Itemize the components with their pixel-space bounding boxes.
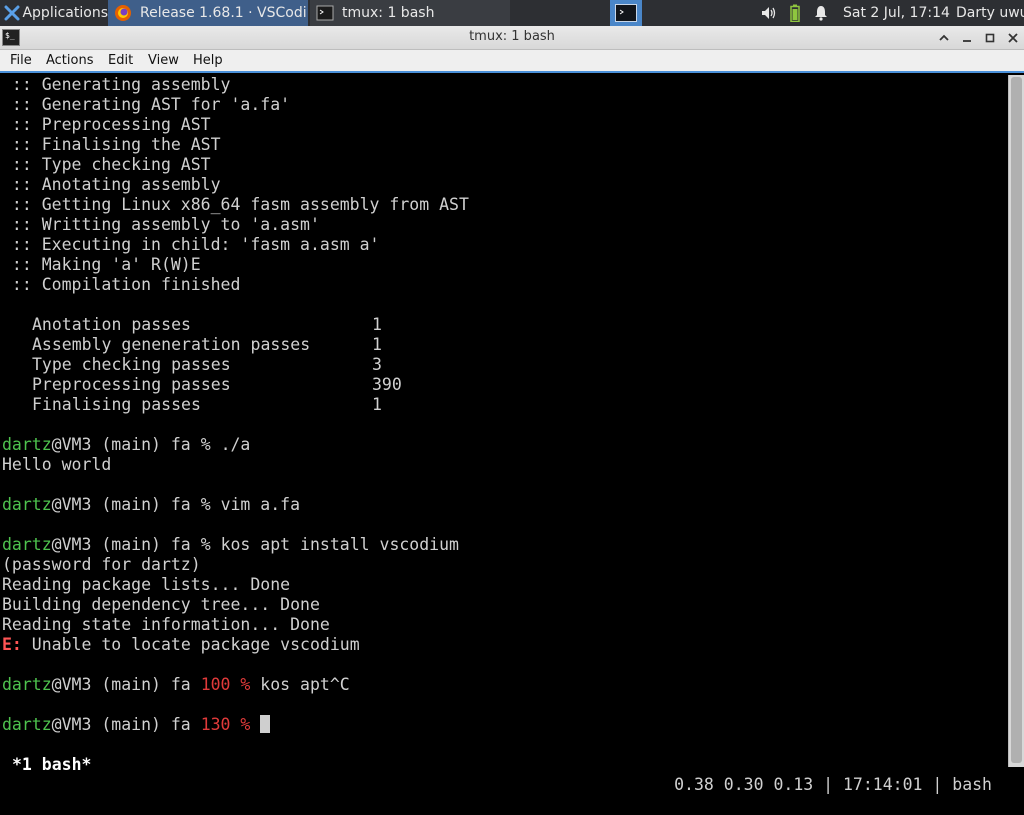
applications-label: Applications [22, 5, 108, 21]
command: kos apt install vscodium [220, 535, 459, 554]
top-panel: Applications Release 1.68.1 · VSCodi... … [0, 0, 1024, 26]
close-button[interactable] [1005, 30, 1021, 46]
menu-help[interactable]: Help [193, 53, 223, 68]
error-prefix: E: [2, 635, 22, 654]
menu-edit[interactable]: Edit [108, 53, 133, 68]
maximize-button[interactable] [982, 30, 998, 46]
stat-name: Finalising passes [32, 395, 201, 414]
prompt-host-path: @VM3 (main) fa [51, 435, 201, 454]
prompt-host-path: @VM3 (main) fa [51, 715, 201, 734]
taskbar-item-label: tmux: 1 bash [342, 5, 435, 21]
stat-name: Preprocessing passes [32, 375, 231, 394]
taskbar-item-tmux[interactable]: tmux: 1 bash [310, 0, 510, 26]
log-line: :: Anotating assembly [2, 175, 221, 194]
log-line: :: Making 'a' R(W)E [2, 255, 201, 274]
menu-actions[interactable]: Actions [46, 53, 94, 68]
workspace-switcher[interactable] [610, 0, 642, 26]
log-line: :: Compilation finished [2, 275, 241, 294]
command: kos apt^C [250, 675, 350, 694]
prompt-symbol: % [200, 495, 221, 514]
log-line: :: Executing in child: 'fasm a.asm a' [2, 235, 380, 254]
window-title: tmux: 1 bash [469, 29, 555, 44]
stat-value: 1 [372, 395, 382, 414]
workspace-1[interactable] [615, 4, 637, 22]
applications-menu[interactable]: Applications [0, 0, 108, 26]
scrollbar-thumb[interactable] [1011, 77, 1022, 763]
exit-code: 100 % [200, 675, 251, 694]
prompt-user: dartz [2, 675, 52, 694]
close-icon [1008, 33, 1018, 43]
stat-value: 1 [372, 335, 382, 354]
log-line: :: Generating AST for 'a.fa' [2, 95, 291, 114]
tmux-window-tab[interactable]: *1 bash* [12, 755, 91, 775]
stat-name: Assembly geneneration passes [32, 335, 311, 354]
prompt-symbol: % [200, 535, 221, 554]
xfce-logo-icon [3, 4, 20, 22]
stat-value: 3 [372, 355, 382, 374]
menu-file[interactable]: File [10, 53, 32, 68]
user-menu[interactable]: Darty uwu [956, 0, 1024, 26]
window-titlebar[interactable]: $_ tmux: 1 bash [0, 26, 1024, 50]
stat-value: 390 [372, 375, 402, 394]
prompt-line: dartz@VM3 (main) fa % kos apt install vs… [2, 535, 459, 555]
notification-bell-icon[interactable] [812, 0, 830, 26]
command: ./a [220, 435, 251, 454]
log-line: :: Preprocessing AST [2, 115, 211, 134]
menubar: File Actions Edit View Help [0, 50, 1024, 73]
menu-view[interactable]: View [148, 53, 179, 68]
maximize-icon [985, 33, 995, 43]
stat-name: Type checking passes [32, 355, 231, 374]
text-cursor [260, 715, 271, 733]
stat-name: Anotation passes [32, 315, 191, 334]
terminal-icon [316, 4, 334, 22]
prompt-host-path: @VM3 (main) fa [51, 675, 201, 694]
minimize-icon [963, 40, 971, 42]
prompt-line: dartz@VM3 (main) fa % vim a.fa [2, 495, 300, 515]
volume-icon[interactable] [758, 0, 780, 26]
taskbar-item-firefox[interactable]: Release 1.68.1 · VSCodi... [108, 0, 308, 26]
log-line: :: Writting assembly to 'a.asm' [2, 215, 320, 234]
terminal-scrollbar[interactable] [1008, 75, 1024, 767]
firefox-icon [114, 4, 132, 22]
minimize-button[interactable] [959, 30, 975, 46]
prompt-line: dartz@VM3 (main) fa 130 % [2, 715, 271, 735]
log-line: :: Type checking AST [2, 155, 211, 174]
prompt-user: dartz [2, 715, 52, 734]
output-line: Hello world [2, 455, 112, 474]
terminal-area[interactable]: :: Generating assembly :: Generating AST… [2, 75, 1008, 794]
taskbar-item-label: Release 1.68.1 · VSCodi... [140, 5, 308, 21]
exit-code: 130 % [200, 715, 251, 734]
chevron-up-icon [939, 34, 949, 41]
prompt-line: dartz@VM3 (main) fa % ./a [2, 435, 250, 455]
prompt-symbol: % [200, 435, 221, 454]
tmux-status-right: 0.38 0.30 0.13 | 17:14:01 | bash [674, 775, 992, 794]
battery-icon[interactable] [788, 0, 802, 26]
prompt-host-path: @VM3 (main) fa [51, 495, 201, 514]
command: vim a.fa [220, 495, 301, 514]
prompt-user: dartz [2, 435, 52, 454]
output-line: Building dependency tree... Done [2, 595, 320, 614]
prompt-user: dartz [2, 535, 52, 554]
output-line: (password for dartz) [2, 555, 201, 574]
keep-above-button[interactable] [936, 30, 952, 46]
log-line: :: Getting Linux x86_64 fasm assembly fr… [2, 195, 469, 214]
log-line: :: Finalising the AST [2, 135, 221, 154]
stat-value: 1 [372, 315, 382, 334]
tmux-status-bar: *1 bash* 0.38 0.30 0.13 | 17:14:01 | bas… [2, 735, 1008, 794]
prompt-host-path: @VM3 (main) fa [51, 535, 201, 554]
prompt-user: dartz [2, 495, 52, 514]
log-line: :: Generating assembly [2, 75, 231, 94]
error-line: E: Unable to locate package vscodium [2, 635, 360, 655]
clock[interactable]: Sat 2 Jul, 17:14 [843, 0, 950, 26]
output-line: Reading state information... Done [2, 615, 330, 634]
output-line: Reading package lists... Done [2, 575, 291, 594]
prompt-line: dartz@VM3 (main) fa 100 % kos apt^C [2, 675, 350, 695]
error-message: Unable to locate package vscodium [21, 635, 360, 654]
